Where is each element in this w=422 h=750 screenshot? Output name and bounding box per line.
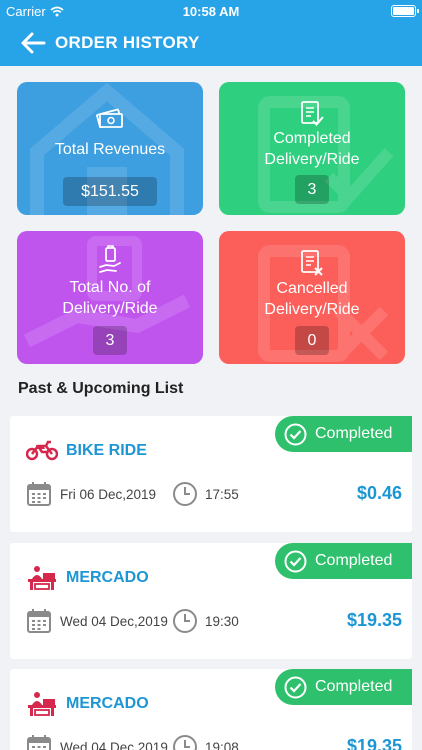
cancelled-document-icon: [301, 250, 323, 276]
order-card[interactable]: Completed MERCADO Wed 04 Dec,2019 19:30 …: [10, 543, 412, 659]
tile-value: 3: [295, 175, 329, 204]
clock-icon: [173, 609, 197, 633]
delivery-hand-icon: [99, 245, 121, 273]
order-amount: $19.35: [346, 610, 402, 630]
tile-value: $151.55: [63, 177, 157, 206]
status-time: 10:58 AM: [182, 4, 240, 19]
status-badge: Completed: [275, 543, 412, 579]
check-circle-icon: [284, 550, 307, 572]
order-card[interactable]: Completed BIKE RIDE Fri 06 Dec,2019 17:5…: [10, 416, 412, 532]
completed-tile: Completed Delivery/Ride 3: [219, 82, 405, 215]
page-title: ORDER HISTORY: [55, 33, 200, 52]
status-bar: Carrier 10:58 AM: [0, 4, 422, 20]
order-amount: $0.46: [356, 483, 402, 503]
motorbike-icon: [26, 440, 58, 461]
clock-icon: [173, 482, 197, 506]
order-date: Wed 04 Dec,2019: [60, 740, 168, 750]
calendar-icon: [27, 609, 51, 633]
order-type: MERCADO: [66, 569, 149, 586]
calendar-icon: [27, 482, 51, 506]
back-arrow-icon[interactable]: [20, 30, 46, 56]
total-revenues-tile: Total Revenues $151.55: [17, 82, 203, 215]
total-count-tile: Total No. of Delivery/Ride 3: [17, 231, 203, 364]
status-label: Completed: [315, 678, 393, 695]
order-date: Fri 06 Dec,2019: [60, 487, 157, 502]
status-label: Completed: [315, 425, 393, 442]
order-card[interactable]: Completed MERCADO Wed 04 Dec,2019 19:08 …: [10, 669, 412, 750]
tile-label: Total No. of Delivery/Ride: [62, 279, 158, 317]
status-badge: Completed: [275, 669, 412, 705]
order-time: 19:30: [205, 614, 239, 629]
cancelled-tile: Cancelled Delivery/Ride 0: [219, 231, 405, 364]
order-time: 17:55: [205, 487, 239, 502]
clock-icon: [173, 735, 197, 750]
status-label: Completed: [315, 552, 393, 569]
order-type: MERCADO: [66, 695, 149, 712]
check-circle-icon: [284, 676, 307, 698]
section-title: Past & Upcoming List: [18, 380, 184, 397]
battery-icon: [391, 5, 419, 17]
order-type: BIKE RIDE: [66, 442, 147, 459]
tile-label: Total Revenues: [54, 141, 166, 158]
cash-icon: [96, 108, 123, 128]
completed-document-icon: [301, 101, 324, 126]
tile-value: 3: [93, 326, 127, 355]
market-stall-icon: [28, 566, 56, 590]
tile-value: 0: [295, 326, 329, 355]
calendar-icon: [27, 735, 51, 750]
check-circle-icon: [284, 423, 307, 445]
order-time: 19:08: [205, 740, 239, 750]
status-badge: Completed: [275, 416, 412, 452]
tile-label: Completed Delivery/Ride: [264, 130, 360, 168]
order-amount: $19.35: [346, 736, 402, 750]
tile-label: Cancelled Delivery/Ride: [264, 280, 360, 318]
market-stall-icon: [28, 692, 56, 716]
app-header: Carrier 10:58 AM ORDER HISTORY: [0, 0, 422, 66]
order-date: Wed 04 Dec,2019: [60, 614, 168, 629]
